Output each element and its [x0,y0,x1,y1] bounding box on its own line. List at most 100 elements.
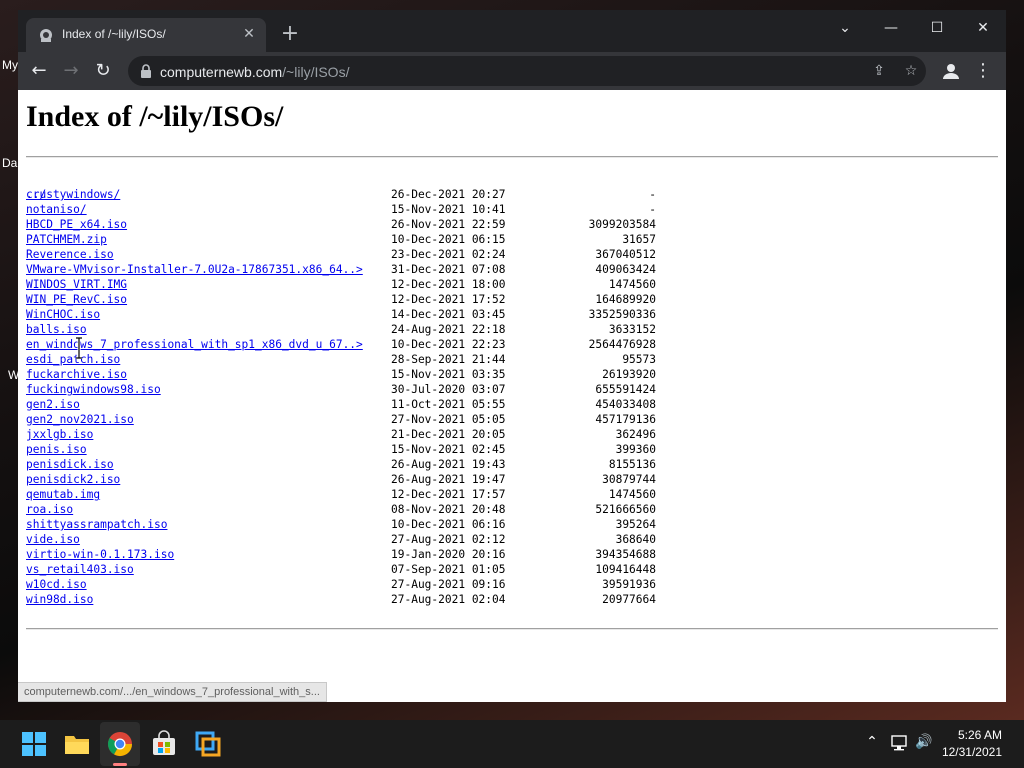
file-date: 07-Sep-2021 01:05 [391,563,506,576]
file-link[interactable]: fuckingwindows98.iso [26,382,161,397]
list-item: WINDOS_VIRT.IMG 12-Dec-2021 18:00 1474560 [26,277,986,292]
file-size: 26193920 [602,368,656,381]
desktop-icon-label[interactable]: My [2,58,18,72]
taskbar: ⌃ 🔊 5:26 AM 12/31/2021 [0,720,1024,768]
chevron-up-icon[interactable]: ⌃ [862,734,882,750]
file-link[interactable]: virtio-win-0.1.173.iso [26,547,174,562]
list-item: balls.iso 24-Aug-2021 22:18 3633152 [26,322,986,337]
file-link[interactable]: HBCD_PE_x64.iso [26,217,127,232]
list-item: notaniso/15-Nov-2021 10:41 - [26,202,986,217]
file-size: 362496 [615,428,656,441]
profile-icon[interactable] [940,60,962,82]
clock-date[interactable]: 12/31/2021 [942,745,1002,759]
file-link[interactable]: penisdick.iso [26,457,114,472]
maximize-icon[interactable]: ☐ [914,14,960,44]
page-content: Index of /~lily/ISOs/ ../ crustywindows/… [18,90,1006,702]
file-link[interactable]: w10cd.iso [26,577,87,592]
network-icon[interactable] [890,734,910,752]
close-window-icon[interactable]: ✕ [960,14,1006,44]
file-link[interactable]: WIN_PE_RevC.iso [26,292,127,307]
share-icon[interactable]: ⇪ [870,62,888,80]
file-date: 27-Aug-2021 02:04 [391,593,506,606]
list-item: gen2_nov2021.iso 27-Nov-2021 05:05 4571791… [26,412,986,427]
tab-title: Index of /~lily/ISOs/ [62,27,166,41]
list-item: fuckarchive.iso 15-Nov-2021 03:35 26193920 [26,367,986,382]
list-item: shittyassrampatch.iso 10-Dec-2021 06:16 39… [26,517,986,532]
clock-time[interactable]: 5:26 AM [958,728,1002,742]
reload-icon[interactable]: ↻ [90,58,116,84]
tab-active[interactable]: Index of /~lily/ISOs/ ✕ [26,18,266,52]
file-link[interactable]: WINDOS_VIRT.IMG [26,277,127,292]
file-link[interactable]: Reverence.iso [26,247,114,262]
file-date: 10-Dec-2021 22:23 [391,338,506,351]
file-date: 19-Jan-2020 20:16 [391,548,506,561]
file-link[interactable]: fuckarchive.iso [26,367,127,382]
file-size: 395264 [615,518,656,531]
file-link[interactable]: vide.iso [26,532,80,547]
list-item: penisdick2.iso 26-Aug-2021 19:47 30879744 [26,472,986,487]
favicon-icon [40,29,52,42]
file-date: 28-Sep-2021 21:44 [391,353,506,366]
file-size: 39591936 [602,578,656,591]
list-item: en_windows_7_professional_with_sp1_x86_d… [26,337,986,352]
forward-icon[interactable]: → [58,58,84,84]
vmware-icon[interactable] [194,730,222,758]
file-date: 24-Aug-2021 22:18 [391,323,506,336]
desktop-icon-label[interactable]: Da [2,156,17,170]
close-tab-icon[interactable]: ✕ [240,25,258,43]
file-size: 2564476928 [588,338,656,351]
file-date: 26-Aug-2021 19:43 [391,458,506,471]
text-cursor-icon [76,337,82,359]
microsoft-store-icon[interactable] [150,730,178,758]
file-size: 409063424 [595,263,656,276]
file-size: 3352590336 [588,308,656,321]
file-link[interactable]: penisdick2.iso [26,472,120,487]
file-date: 12-Dec-2021 17:52 [391,293,506,306]
list-item: vs_retail403.iso 07-Sep-2021 01:05 1094164… [26,562,986,577]
url-host: computernewb.com [160,64,283,80]
lock-icon[interactable] [140,64,152,78]
list-item: fuckingwindows98.iso 30-Jul-2020 03:07 655… [26,382,986,397]
bookmark-star-icon[interactable]: ☆ [902,62,920,80]
file-link[interactable]: notaniso/ [26,202,87,217]
file-link[interactable]: PATCHMEM.zip [26,232,107,247]
file-link[interactable]: crustywindows/ [26,187,120,202]
list-item: jxxlgb.iso 21-Dec-2021 20:05 362496 [26,427,986,442]
file-size: 20977664 [602,593,656,606]
file-link[interactable]: jxxlgb.iso [26,427,93,442]
tab-search-icon[interactable]: ⌄ [822,14,868,44]
list-item: w10cd.iso 27-Aug-2021 09:16 39591936 [26,577,986,592]
file-date: 15-Nov-2021 10:41 [391,203,506,216]
tab-strip: Index of /~lily/ISOs/ ✕ + ⌄ — ☐ ✕ [18,10,1006,52]
new-tab-icon[interactable]: + [278,23,302,47]
file-link[interactable]: penis.iso [26,442,87,457]
file-link[interactable]: VMware-VMvisor-Installer-7.0U2a-17867351… [26,262,363,277]
file-size: 521666560 [595,503,656,516]
file-size: 3099203584 [588,218,656,231]
file-size: 1474560 [608,278,656,291]
file-link[interactable]: WinCHOC.iso [26,307,100,322]
file-link[interactable]: balls.iso [26,322,87,337]
file-link[interactable]: shittyassrampatch.iso [26,517,167,532]
file-link[interactable]: vs_retail403.iso [26,562,134,577]
file-date: 10-Dec-2021 06:16 [391,518,506,531]
chrome-icon[interactable] [106,730,134,758]
address-bar[interactable]: computernewb.com/~lily/ISOs/ ⇪ ☆ [128,56,926,86]
file-size: 1474560 [608,488,656,501]
file-date: 15-Nov-2021 03:35 [391,368,506,381]
file-link[interactable]: gen2_nov2021.iso [26,412,134,427]
file-link[interactable]: qemutab.img [26,487,100,502]
file-link[interactable]: roa.iso [26,502,73,517]
file-size: 655591424 [595,383,656,396]
file-explorer-icon[interactable] [63,730,91,758]
minimize-icon[interactable]: — [868,14,914,44]
volume-icon[interactable]: 🔊 [914,734,934,750]
list-item: WIN_PE_RevC.iso 12-Dec-2021 17:52 16468992… [26,292,986,307]
back-icon[interactable]: ← [26,58,52,84]
start-icon[interactable] [20,730,48,758]
list-item: win98d.iso 27-Aug-2021 02:04 20977664 [26,592,986,607]
list-item: Reverence.iso 23-Dec-2021 02:24 367040512 [26,247,986,262]
file-link[interactable]: win98d.iso [26,592,93,607]
file-link[interactable]: gen2.iso [26,397,80,412]
menu-kebab-icon[interactable]: ⋮ [974,58,992,84]
